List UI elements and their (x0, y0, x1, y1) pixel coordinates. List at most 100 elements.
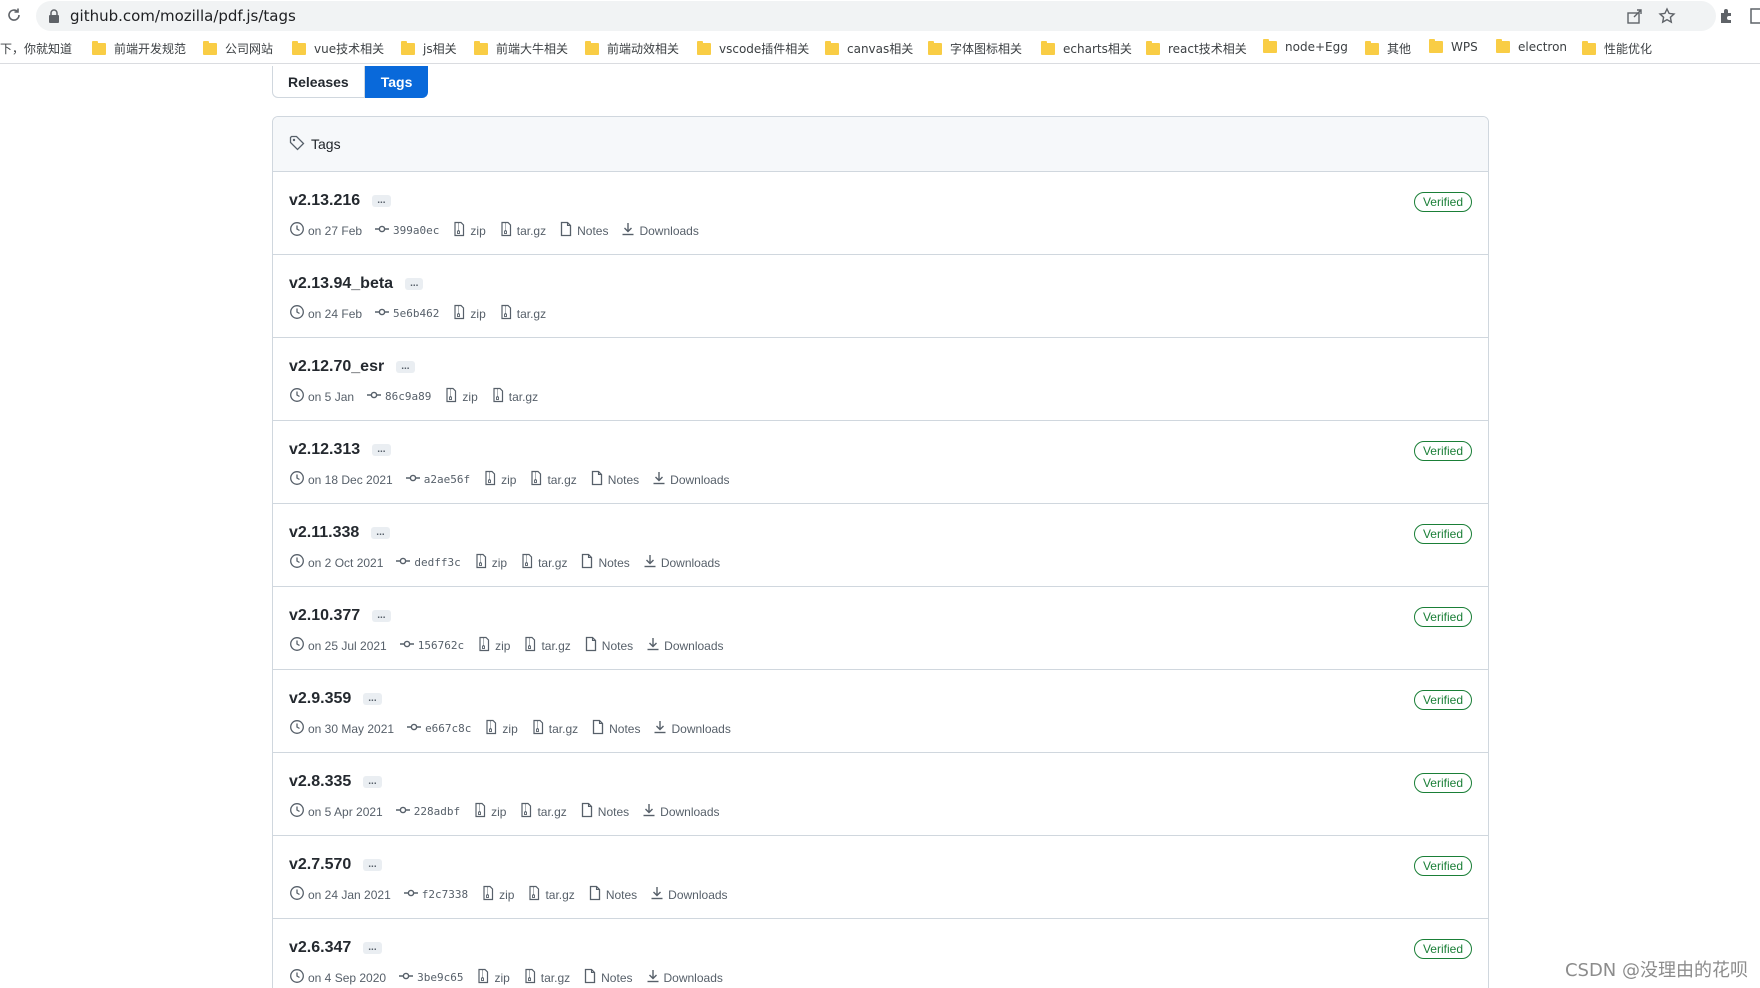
commit-link[interactable]: e667c8c (406, 719, 471, 738)
ellipsis-button[interactable]: ... (363, 859, 382, 871)
targz-download-link[interactable]: tar.gz (526, 885, 575, 904)
tag-name-link[interactable]: v2.9.359 (289, 690, 351, 708)
ellipsis-button[interactable]: ... (372, 444, 391, 456)
bookmark-item[interactable]: js相关 (401, 40, 457, 57)
bookmark-item[interactable]: 其他 (1365, 40, 1411, 57)
targz-download-link[interactable]: tar.gz (522, 636, 571, 655)
zip-download-link[interactable]: zip (475, 968, 510, 987)
extensions-icon[interactable] (1718, 7, 1736, 25)
downloads-link[interactable]: Downloads (651, 470, 730, 489)
notes-link[interactable]: Notes (579, 802, 629, 821)
reload-icon[interactable] (6, 7, 22, 23)
zip-download-link[interactable]: zip (482, 470, 516, 489)
star-icon[interactable] (1658, 7, 1676, 25)
lock-icon[interactable] (48, 9, 60, 23)
bookmark-item[interactable]: vue技术相关 (292, 40, 384, 57)
bookmark-item[interactable]: echarts相关 (1041, 40, 1132, 57)
downloads-link[interactable]: Downloads (652, 719, 731, 738)
ellipsis-button[interactable]: ... (363, 776, 382, 788)
commit-link[interactable]: 3be9c65 (398, 968, 463, 987)
ellipsis-button[interactable]: ... (396, 361, 415, 373)
bookmark-item[interactable]: 性能优化 (1582, 40, 1652, 57)
commit-link[interactable]: dedff3c (395, 553, 461, 572)
tag-name-link[interactable]: v2.12.313 (289, 441, 360, 459)
commit-link[interactable]: 399a0ec (374, 221, 439, 240)
zip-download-link[interactable]: zip (476, 636, 510, 655)
zip-download-link[interactable]: zip (480, 885, 514, 904)
verified-badge[interactable]: Verified (1413, 607, 1472, 627)
commit-link[interactable]: 228adbf (395, 802, 460, 821)
tag-name-link[interactable]: v2.13.94_beta (289, 275, 393, 293)
zip-download-link[interactable]: zip (483, 719, 518, 738)
bookmark-item[interactable]: 下，你就知道 (0, 40, 72, 57)
downloads-link[interactable]: Downloads (641, 802, 720, 821)
verified-badge[interactable]: Verified (1413, 524, 1472, 544)
targz-download-link[interactable]: tar.gz (528, 470, 577, 489)
tag-name-link[interactable]: v2.13.216 (289, 192, 360, 210)
bookmark-item[interactable]: WPS (1429, 39, 1478, 54)
tag-name-link[interactable]: v2.10.377 (289, 607, 360, 625)
bookmark-item[interactable]: 字体图标相关 (928, 40, 1022, 57)
notes-link[interactable]: Notes (582, 968, 633, 987)
verified-badge[interactable]: Verified (1413, 441, 1472, 461)
verified-badge[interactable]: Verified (1413, 856, 1472, 876)
commit-link[interactable]: 156762c (399, 636, 464, 655)
zip-download-link[interactable]: zip (451, 221, 486, 240)
verified-badge[interactable]: Verified (1413, 192, 1472, 212)
downloads-link[interactable]: Downloads (645, 968, 723, 987)
ellipsis-button[interactable]: ... (405, 278, 424, 290)
verified-badge[interactable]: Verified (1413, 939, 1472, 959)
zip-download-link[interactable]: zip (451, 304, 486, 323)
sidepanel-icon[interactable] (1750, 7, 1760, 25)
bookmark-item[interactable]: 前端开发规范 (92, 40, 186, 57)
bookmark-item[interactable]: electron (1496, 39, 1567, 54)
targz-download-link[interactable]: tar.gz (522, 968, 570, 987)
bookmark-item[interactable]: react技术相关 (1146, 40, 1247, 57)
ellipsis-button[interactable]: ... (363, 942, 382, 954)
ellipsis-button[interactable]: ... (372, 195, 391, 207)
tag-name-link[interactable]: v2.12.70_esr (289, 358, 384, 376)
notes-link[interactable]: Notes (587, 885, 637, 904)
verified-badge[interactable]: Verified (1413, 773, 1472, 793)
tag-name-link[interactable]: v2.6.347 (289, 939, 351, 957)
zip-download-link[interactable]: zip (472, 802, 506, 821)
url-text[interactable]: github.com/mozilla/pdf.js/tags (70, 7, 296, 25)
tag-name-link[interactable]: v2.8.335 (289, 773, 351, 791)
commit-link[interactable]: a2ae56f (405, 470, 470, 489)
downloads-link[interactable]: Downloads (649, 885, 728, 904)
notes-link[interactable]: Notes (579, 553, 630, 572)
notes-link[interactable]: Notes (558, 221, 608, 240)
bookmark-item[interactable]: 公司网站 (203, 40, 273, 57)
zip-download-link[interactable]: zip (443, 387, 478, 406)
bookmark-item[interactable]: 前端动效相关 (585, 40, 679, 57)
notes-link[interactable]: Notes (583, 636, 633, 655)
commit-link[interactable]: f2c7338 (403, 885, 468, 904)
tab-releases[interactable]: Releases (272, 66, 365, 98)
tab-tags[interactable]: Tags (364, 66, 429, 98)
tag-name-link[interactable]: v2.11.338 (289, 524, 359, 542)
bookmark-item[interactable]: vscode插件相关 (697, 40, 809, 57)
targz-download-link[interactable]: tar.gz (518, 802, 567, 821)
downloads-link[interactable]: Downloads (642, 553, 720, 572)
bookmark-item[interactable]: 前端大牛相关 (474, 40, 568, 57)
verified-badge[interactable]: Verified (1413, 690, 1472, 710)
targz-download-link[interactable]: tar.gz (519, 553, 567, 572)
zip-download-link[interactable]: zip (473, 553, 507, 572)
downloads-link[interactable]: Downloads (620, 221, 699, 240)
share-icon[interactable] (1626, 7, 1644, 25)
downloads-link[interactable]: Downloads (645, 636, 724, 655)
notes-link[interactable]: Notes (589, 470, 639, 489)
tag-name-link[interactable]: v2.7.570 (289, 856, 351, 874)
targz-download-link[interactable]: tar.gz (498, 221, 546, 240)
ellipsis-button[interactable]: ... (363, 693, 382, 705)
commit-link[interactable]: 86c9a89 (366, 387, 431, 406)
targz-download-link[interactable]: tar.gz (490, 387, 538, 406)
targz-download-link[interactable]: tar.gz (498, 304, 546, 323)
ellipsis-button[interactable]: ... (372, 610, 391, 622)
address-bar[interactable]: github.com/mozilla/pdf.js/tags (36, 1, 1716, 31)
bookmark-item[interactable]: canvas相关 (825, 40, 913, 57)
bookmark-item[interactable]: node+Egg (1263, 39, 1348, 54)
targz-download-link[interactable]: tar.gz (530, 719, 578, 738)
commit-link[interactable]: 5e6b462 (374, 304, 439, 323)
notes-link[interactable]: Notes (590, 719, 640, 738)
